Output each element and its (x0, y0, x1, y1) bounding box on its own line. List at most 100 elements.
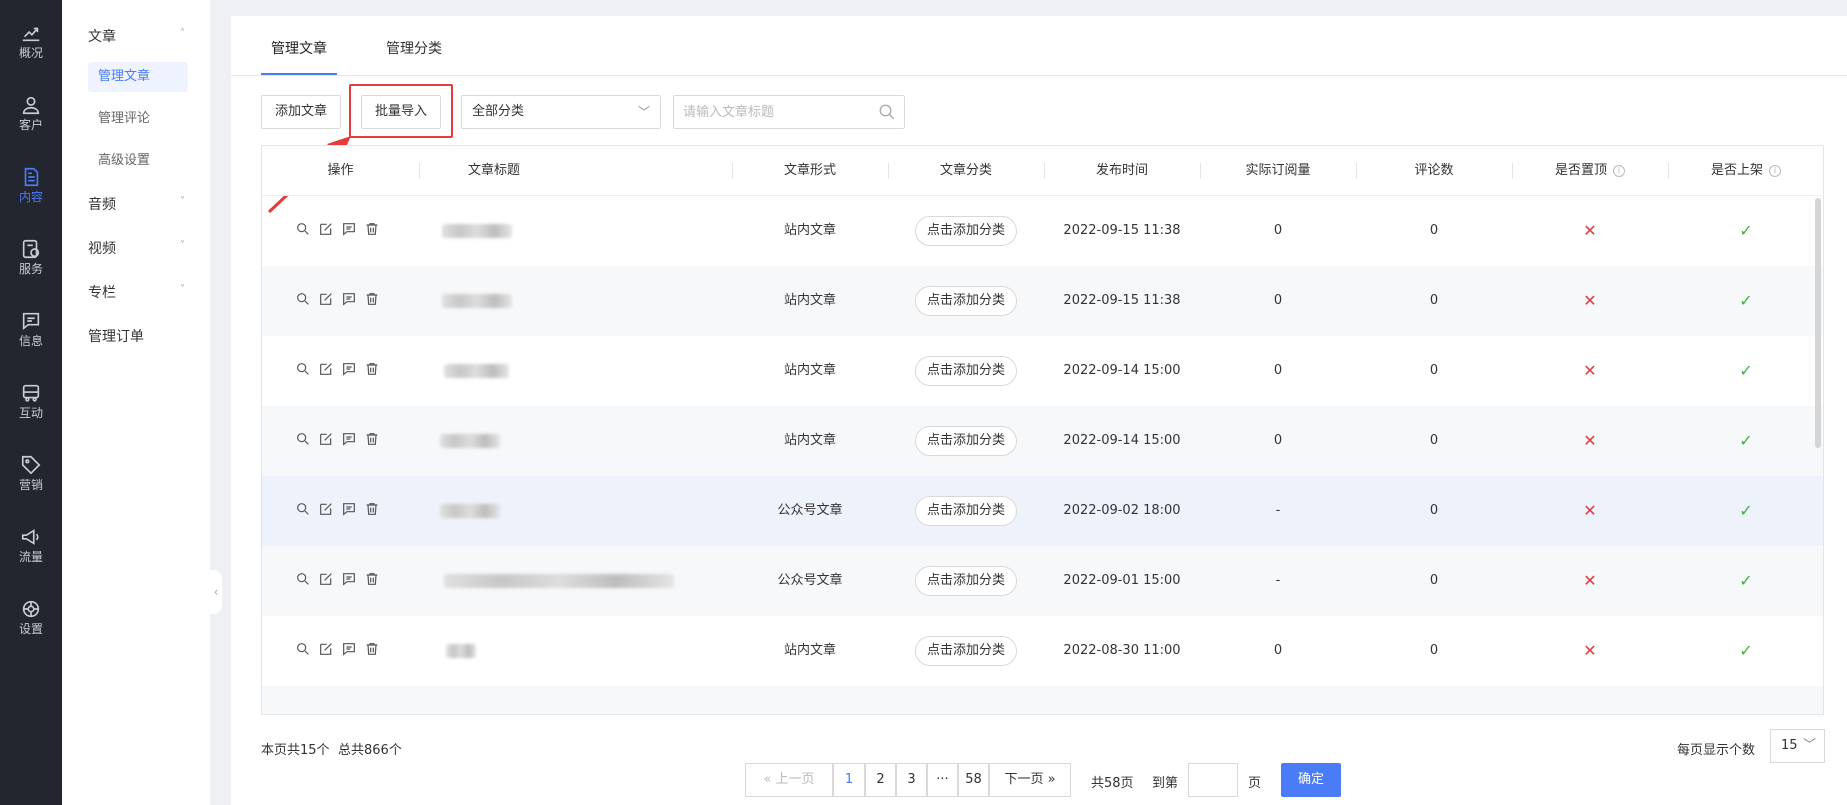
page-button-2[interactable]: 2 (865, 763, 896, 797)
info-icon[interactable]: i (1769, 164, 1781, 177)
view-icon[interactable] (295, 501, 311, 517)
check-icon[interactable]: ✓ (1668, 546, 1823, 616)
table-row[interactable]: 站内文章 点击添加分类 2022-09-14 15:00 0 0 ✕ ✓ (262, 406, 1823, 476)
cross-icon[interactable]: ✕ (1512, 406, 1668, 476)
submenu-group-article[interactable]: 文章 (88, 26, 116, 46)
comment-icon[interactable] (341, 291, 357, 307)
page-button-58[interactable]: 58 (958, 763, 989, 797)
rail-item-service[interactable]: 服务 (0, 238, 62, 302)
edit-icon[interactable] (318, 431, 334, 447)
submenu-group-video[interactable]: 视频 (88, 238, 116, 258)
prev-page-button[interactable]: « 上一页 (745, 763, 833, 797)
submenu-item-manage-articles[interactable]: 管理文章 (88, 62, 188, 92)
delete-icon[interactable] (364, 501, 380, 517)
delete-icon[interactable] (364, 431, 380, 447)
edit-icon[interactable] (318, 291, 334, 307)
submenu-item-manage-comments[interactable]: 管理评论 (88, 104, 188, 134)
add-category-button[interactable]: 点击添加分类 (915, 286, 1017, 316)
collapse-submenu-handle[interactable]: ‹ (210, 570, 222, 614)
table-row[interactable]: 站内文章 点击添加分类 2022-08-30 11:00 0 0 ✕ ✓ (262, 616, 1823, 686)
delete-icon[interactable] (364, 361, 380, 377)
page-jump-input[interactable] (1188, 763, 1238, 797)
submenu-group-column[interactable]: 专栏 (88, 282, 116, 302)
rail-item-overview[interactable]: 概况 (0, 22, 62, 86)
add-category-button[interactable]: 点击添加分类 (915, 566, 1017, 596)
rail-item-content[interactable]: 内容 (0, 166, 62, 230)
check-icon[interactable]: ✓ (1668, 616, 1823, 686)
delete-icon[interactable] (364, 291, 380, 307)
search-icon[interactable] (878, 103, 896, 121)
blurred-article-title[interactable] (446, 644, 476, 658)
category-select[interactable]: 全部分类 ﹀ (461, 95, 661, 129)
check-icon[interactable]: ✓ (1668, 476, 1823, 546)
table-row[interactable]: 站内文章 点击添加分类 2022-09-15 11:38 0 0 ✕ ✓ (262, 266, 1823, 336)
page-button-3[interactable]: 3 (896, 763, 927, 797)
cross-icon[interactable]: ✕ (1512, 616, 1668, 686)
edit-icon[interactable] (318, 571, 334, 587)
submenu-group-audio[interactable]: 音频 (88, 194, 116, 214)
blurred-article-title[interactable] (442, 294, 512, 308)
per-page-select[interactable]: 15 ﹀ (1770, 729, 1825, 763)
view-icon[interactable] (295, 361, 311, 377)
cross-icon[interactable]: ✕ (1512, 546, 1668, 616)
view-icon[interactable] (295, 221, 311, 237)
tab-manage-categories[interactable]: 管理分类 (386, 38, 442, 58)
blurred-article-title[interactable] (440, 504, 500, 518)
comment-icon[interactable] (341, 431, 357, 447)
add-category-button[interactable]: 点击添加分类 (915, 426, 1017, 456)
delete-icon[interactable] (364, 571, 380, 587)
rail-item-message[interactable]: 信息 (0, 310, 62, 374)
page-ellipsis[interactable]: ··· (927, 763, 958, 797)
edit-icon[interactable] (318, 361, 334, 377)
blurred-article-title[interactable] (444, 574, 674, 588)
comment-icon[interactable] (341, 221, 357, 237)
submenu-item-manage-orders[interactable]: 管理订单 (88, 326, 144, 346)
view-icon[interactable] (295, 291, 311, 307)
blurred-article-title[interactable] (440, 434, 500, 448)
table-row[interactable]: 公众号文章 点击添加分类 2022-09-01 15:00 - 0 ✕ ✓ (262, 546, 1823, 616)
cross-icon[interactable]: ✕ (1512, 336, 1668, 406)
cross-icon[interactable]: ✕ (1512, 266, 1668, 336)
blurred-article-title[interactable] (442, 224, 512, 238)
rail-item-customer[interactable]: 客户 (0, 94, 62, 158)
page-button-1[interactable]: 1 (833, 763, 865, 797)
edit-icon[interactable] (318, 501, 334, 517)
table-row[interactable]: 站内文章 点击添加分类 2022-09-15 11:38 0 0 ✕ ✓ (262, 196, 1823, 266)
add-category-button[interactable]: 点击添加分类 (915, 496, 1017, 526)
rail-item-interaction[interactable]: 互动 (0, 382, 62, 446)
comment-icon[interactable] (341, 361, 357, 377)
view-icon[interactable] (295, 641, 311, 657)
view-icon[interactable] (295, 431, 311, 447)
delete-icon[interactable] (364, 221, 380, 237)
confirm-jump-button[interactable]: 确定 (1281, 763, 1341, 797)
rail-item-traffic[interactable]: 流量 (0, 526, 62, 590)
next-page-button[interactable]: 下一页 » (989, 763, 1071, 797)
check-icon[interactable]: ✓ (1668, 266, 1823, 336)
table-row[interactable]: 站内文章 点击添加分类 2022-09-14 15:00 0 0 ✕ ✓ (262, 336, 1823, 406)
add-category-button[interactable]: 点击添加分类 (915, 216, 1017, 246)
check-icon[interactable]: ✓ (1668, 336, 1823, 406)
submenu-item-advanced-settings[interactable]: 高级设置 (88, 146, 188, 176)
add-category-button[interactable]: 点击添加分类 (915, 636, 1017, 666)
edit-icon[interactable] (318, 221, 334, 237)
check-icon[interactable]: ✓ (1668, 406, 1823, 476)
search-input[interactable] (674, 96, 874, 128)
title-search-box[interactable] (673, 95, 905, 129)
view-icon[interactable] (295, 571, 311, 587)
table-row[interactable]: 公众号文章 点击添加分类 2022-09-02 18:00 - 0 ✕ ✓ (262, 476, 1823, 546)
comment-icon[interactable] (341, 571, 357, 587)
check-icon[interactable]: ✓ (1668, 196, 1823, 266)
table-scrollbar[interactable] (1815, 198, 1821, 448)
comment-icon[interactable] (341, 501, 357, 517)
blurred-article-title[interactable] (444, 364, 509, 378)
tab-manage-articles[interactable]: 管理文章 (271, 38, 327, 58)
delete-icon[interactable] (364, 641, 380, 657)
add-article-button[interactable]: 添加文章 (261, 95, 341, 129)
add-category-button[interactable]: 点击添加分类 (915, 356, 1017, 386)
rail-item-settings[interactable]: 设置 (0, 598, 62, 662)
rail-item-marketing[interactable]: 营销 (0, 454, 62, 518)
info-icon[interactable]: i (1613, 164, 1625, 177)
cross-icon[interactable]: ✕ (1512, 476, 1668, 546)
comment-icon[interactable] (341, 641, 357, 657)
cross-icon[interactable]: ✕ (1512, 196, 1668, 266)
